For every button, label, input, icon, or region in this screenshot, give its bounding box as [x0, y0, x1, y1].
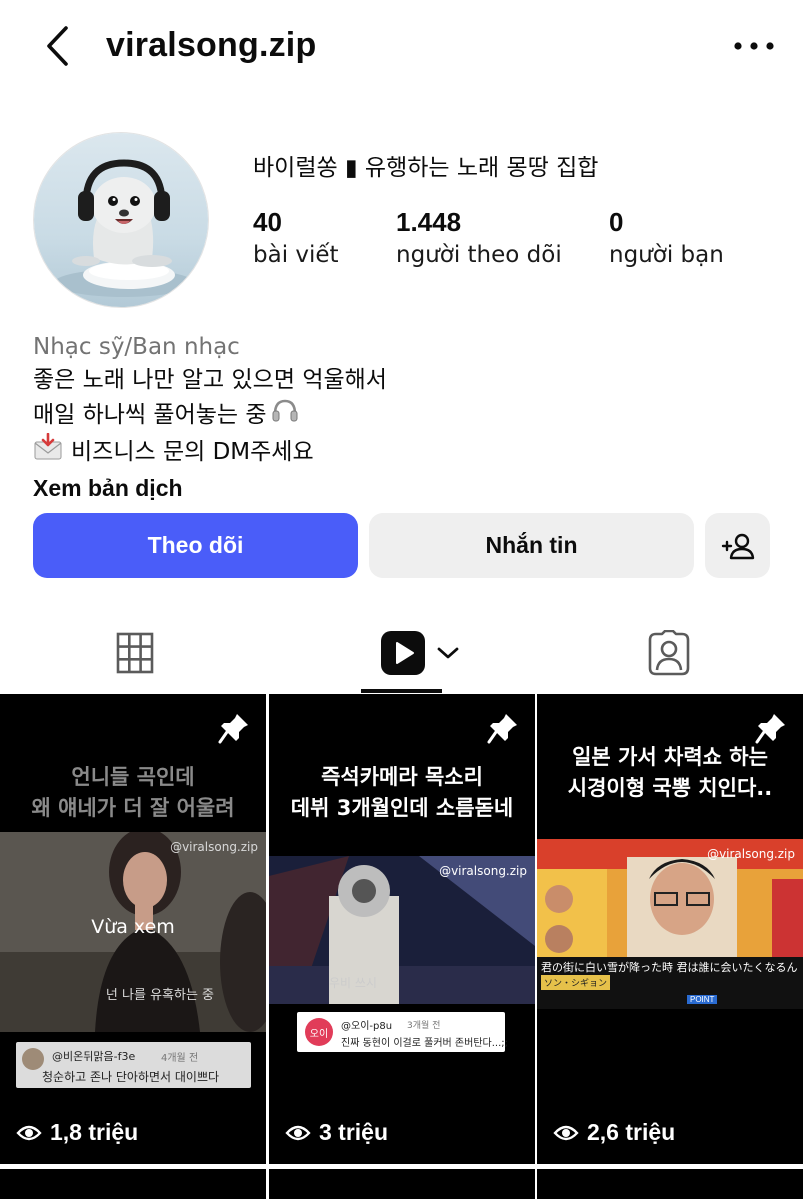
reel-watermark: @viralsong.zip — [439, 864, 527, 878]
reel-tile-partial[interactable] — [0, 1169, 266, 1199]
stat-followers-count: 1.448 — [396, 207, 462, 237]
grid-icon — [116, 632, 154, 674]
eye-icon — [16, 1125, 42, 1140]
reels-play-icon — [381, 631, 425, 675]
recently-watched-label: Vừa xem — [91, 916, 175, 938]
view-count-text: 2,6 triệu — [587, 1119, 676, 1145]
reel-caption-line1: 언니들 곡인데 — [71, 765, 195, 789]
reel-comment-card: 오이 @오이-p8u 3개월 전 진짜 동현이 이걸로 풀커버 존버탄다...;… — [297, 1012, 508, 1052]
bio-line-2-text: 매일 하나씩 풀어놓는 중 — [33, 401, 267, 428]
pin-icon — [487, 712, 519, 749]
profile-header: viralsong.zip — [0, 0, 803, 92]
chevron-down-icon — [437, 647, 459, 659]
stat-friends-label: người bạn — [609, 242, 724, 268]
profile-display-name: 바이럴쏭 ▮ 유행하는 노래 몽땅 집합 — [253, 155, 599, 181]
eye-icon — [285, 1125, 311, 1140]
stat-posts-label: bài viết — [253, 242, 339, 268]
message-button[interactable]: Nhắn tin — [369, 513, 694, 578]
view-count: 3 triệu — [285, 1119, 388, 1146]
view-count: 2,6 triệu — [553, 1119, 675, 1146]
reel-thumbnail: @viralsong.zip 君の街に白い雪が降った時 君は誰に会いたくなるん … — [537, 839, 803, 1009]
view-count-text: 1,8 triệu — [50, 1119, 139, 1145]
follow-button[interactable]: Theo dõi — [33, 513, 358, 578]
tab-reels[interactable] — [370, 615, 470, 691]
stat-followers-label: người theo dõi — [396, 242, 562, 268]
reel-caption-line2: 데뷔 3개월인데 소름돋네 — [290, 796, 514, 820]
profile-stats: 40 bài viết 1.448 người theo dõi 0 người… — [253, 205, 783, 275]
stat-friends[interactable]: 0 người bạn — [609, 205, 724, 271]
comment-user: @비온뒤맑음-f3e — [52, 1050, 136, 1063]
back-button[interactable] — [34, 22, 82, 70]
singer-name-tag: ソン・シギョン — [541, 975, 611, 990]
profile-category: Nhạc sỹ/Ban nhạc — [33, 334, 240, 360]
more-options-button[interactable] — [729, 24, 779, 68]
pin-icon — [755, 712, 787, 749]
reel-caption-line2: 시경이형 국뽕 치인다.. — [567, 776, 773, 800]
reel-tile[interactable]: 즉석카메라 목소리 데뷔 3개월인데 소름돋네 @viralsong.zip 우… — [269, 694, 535, 1164]
reel-watermark: @viralsong.zip — [707, 847, 795, 861]
active-tab-indicator — [361, 689, 442, 693]
comment-text: 진짜 동현이 이걸로 풀커버 존버탄다...;; — [341, 1038, 508, 1049]
comment-user: @오이-p8u — [341, 1021, 393, 1032]
point-tag: POINT — [687, 995, 718, 1004]
profile-bio: Nhạc sỹ/Ban nhạc 좋은 노래 나만 알고 있으면 억울해서 매일… — [33, 330, 773, 505]
stat-friends-count: 0 — [609, 207, 624, 237]
reel-tile-partial[interactable] — [537, 1169, 803, 1199]
reel-tile-partial[interactable] — [269, 1169, 535, 1199]
masked-singer-stage-image — [269, 856, 535, 1004]
bio-line-3-text: 비즈니스 문의 DM주세요 — [71, 438, 314, 465]
lyrics-subtitle: 君の街に白い雪が降った時 君は誰に会いたくなるん — [541, 961, 798, 974]
reels-grid: 언니들 곡인데 왜 얘네가 더 잘 어울려 @viralsong.zip 넌 나… — [0, 694, 803, 1199]
reel-caption-line1: 즉석카메라 목소리 — [321, 765, 483, 789]
see-translation-link[interactable]: Xem bản dịch — [33, 471, 183, 505]
reel-tile[interactable]: 언니들 곡인데 왜 얘네가 더 잘 어울려 @viralsong.zip 넌 나… — [0, 694, 266, 1164]
comment-text: 청순하고 존나 단아하면서 대이쁘다 — [42, 1070, 220, 1084]
stat-followers[interactable]: 1.448 người theo dõi — [396, 205, 562, 271]
reel-comment-card: @비온뒤맑음-f3e 4개월 전 청순하고 존나 단아하면서 대이쁘다 — [16, 1042, 251, 1088]
tab-posts-grid[interactable] — [94, 615, 176, 691]
tagged-person-icon — [648, 630, 690, 676]
profile-avatar[interactable] — [33, 132, 209, 308]
bio-line-1: 좋은 노래 나만 알고 있으면 억울해서 — [33, 364, 773, 397]
tab-tagged[interactable] — [628, 615, 710, 691]
reel-tile[interactable]: 일본 가서 차력쇼 하는 시경이형 국뽕 치인다.. @viralsong.zi… — [537, 694, 803, 1164]
bio-line-3: 비즈니스 문의 DM주세요 — [33, 432, 773, 471]
chevron-left-icon — [47, 26, 68, 66]
suggest-people-button[interactable] — [705, 513, 770, 578]
eye-icon — [553, 1125, 579, 1140]
view-count-text: 3 triệu — [319, 1119, 389, 1145]
reel-subtitle: 넌 나를 유혹하는 중 — [105, 988, 214, 1003]
stat-posts[interactable]: 40 bài viết — [253, 205, 339, 271]
profile-username: viralsong.zip — [106, 26, 317, 64]
reel-caption-line2: 왜 얘네가 더 잘 어울려 — [31, 796, 235, 820]
bio-line-2: 매일 하나씩 풀어놓는 중 — [33, 397, 773, 433]
reel-watermark: @viralsong.zip — [170, 840, 258, 854]
bio-line-1-text: 좋은 노래 나만 알고 있으면 억울해서 — [33, 367, 387, 393]
stage-caption: 우비 쓰시 — [329, 976, 377, 990]
comment-time: 4개월 전 — [161, 1053, 199, 1064]
comment-time: 3개월 전 — [407, 1021, 441, 1031]
reel-thumbnail: @viralsong.zip 우비 쓰시 — [269, 856, 535, 1004]
envelope-arrow-icon — [33, 432, 63, 471]
headphones-icon — [271, 397, 299, 433]
seal-headphones-avatar-image — [34, 133, 208, 307]
view-count: 1,8 triệu — [16, 1119, 138, 1146]
more-dots-icon — [734, 42, 774, 50]
stat-posts-count: 40 — [253, 207, 282, 237]
commenter-avatar — [22, 1048, 44, 1070]
pin-icon — [218, 712, 250, 749]
commenter-avatar: 오이 — [305, 1018, 333, 1046]
add-person-icon — [721, 533, 754, 559]
profile-tabs — [0, 615, 803, 693]
